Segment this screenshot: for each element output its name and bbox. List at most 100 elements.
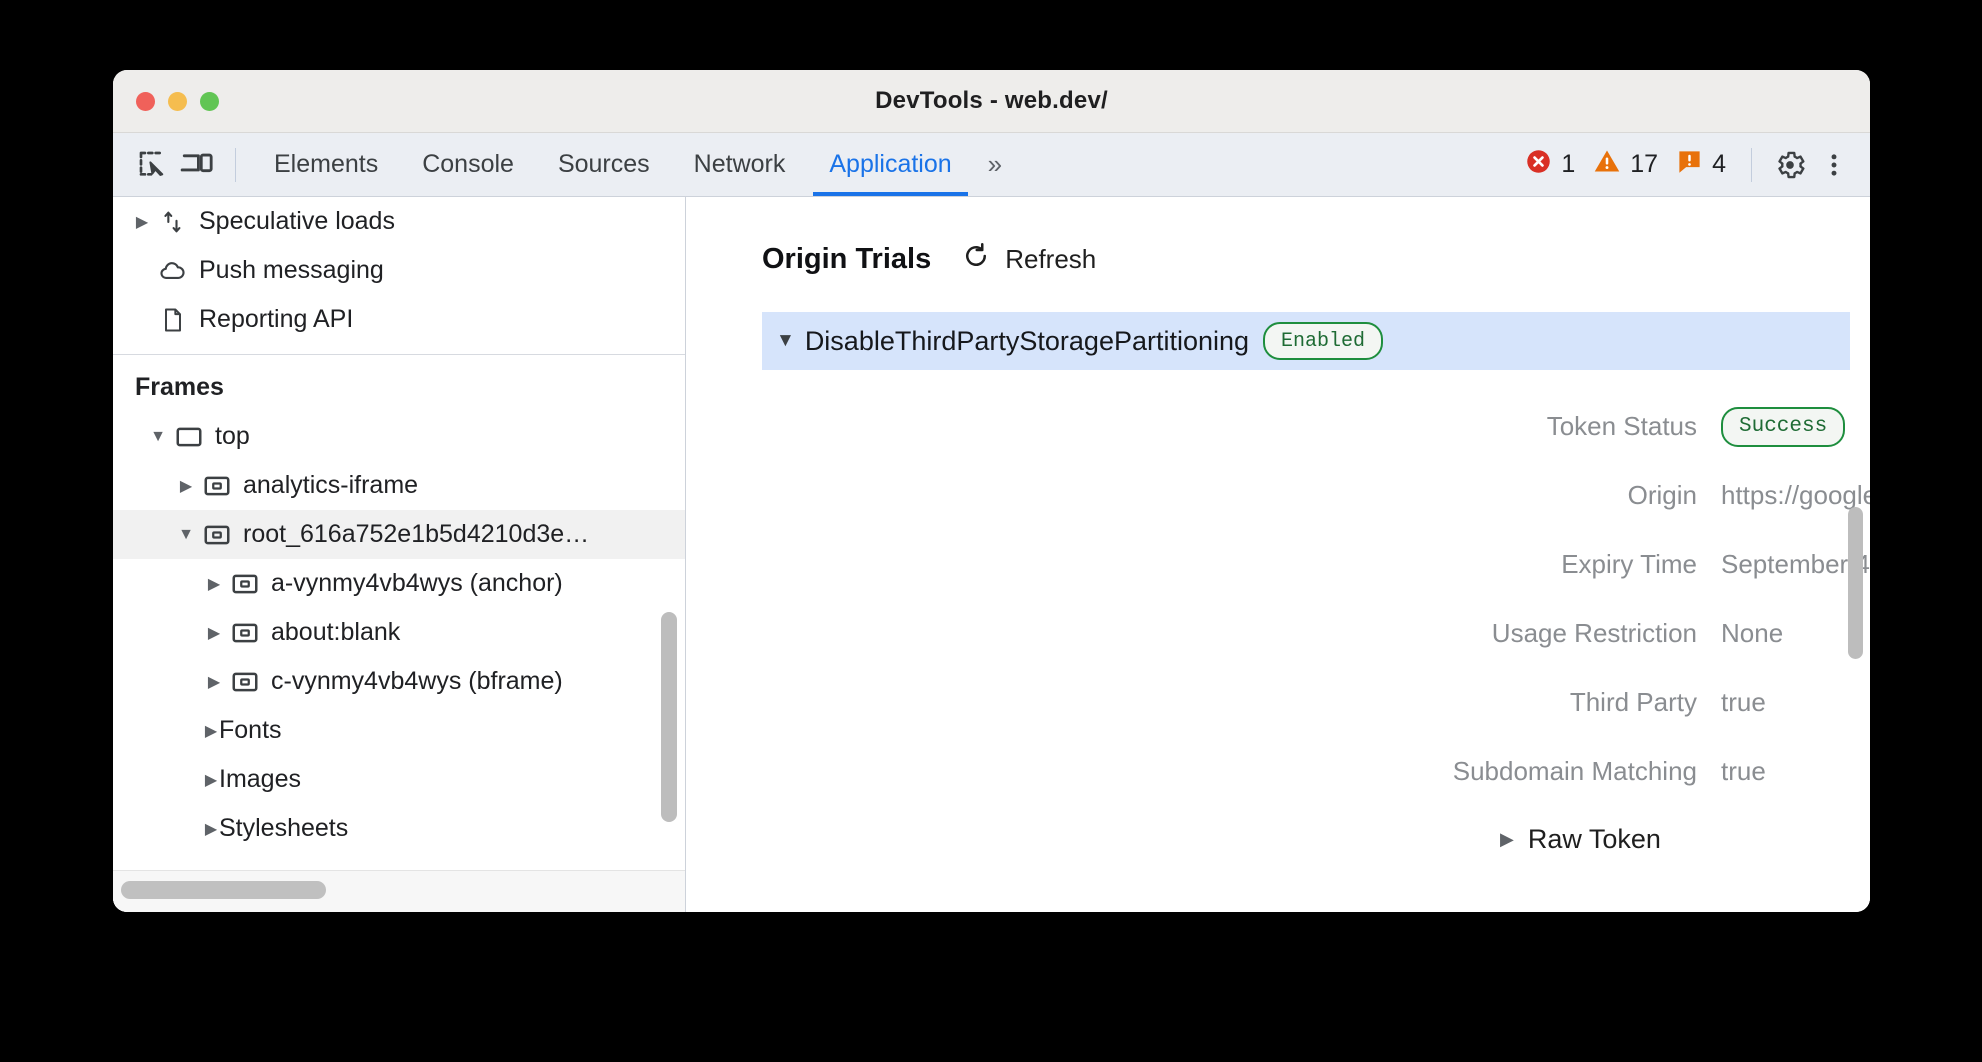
tab-network[interactable]: Network <box>672 133 808 196</box>
collapse-triangle-icon[interactable]: ▼ <box>776 330 795 352</box>
token-status-badge: Success <box>1721 407 1845 447</box>
error-count: 1 <box>1561 152 1575 177</box>
frame-item-about-blank[interactable]: ▶ about:blank <box>113 608 685 657</box>
frame-item-label: Stylesheets <box>219 814 348 843</box>
frame-item-fonts[interactable]: ▶ Fonts <box>113 706 685 755</box>
raw-token-row[interactable]: ▶ Raw Token <box>1500 824 1870 855</box>
field-value: https://google.com <box>1721 480 1870 511</box>
device-toolbar-icon[interactable] <box>175 143 219 187</box>
frame-item-stylesheets[interactable]: ▶ Stylesheets <box>113 804 685 853</box>
page-title: Origin Trials <box>762 243 931 276</box>
panel-vertical-scrollbar[interactable] <box>1848 507 1863 659</box>
expand-triangle-icon[interactable]: ▶ <box>203 721 219 741</box>
frame-item-label: about:blank <box>265 618 400 647</box>
field-label: Third Party <box>686 687 1721 718</box>
toolbar-right-group: 1 17 <box>1516 143 1856 187</box>
frame-item-top[interactable]: ▼ top <box>113 412 685 461</box>
toolbar-divider <box>235 148 236 182</box>
origin-trials-panel: Origin Trials Refresh ▼ DisableThirdP <box>686 197 1870 912</box>
expand-triangle-icon[interactable]: ▶ <box>203 770 219 790</box>
field-third-party: Third Party true <box>686 668 1870 737</box>
speculative-loads-icon <box>153 208 193 236</box>
sidebar-tree: ▶ Speculative loads ▶ <box>113 197 685 871</box>
tab-sources[interactable]: Sources <box>536 133 672 196</box>
frame-item-anchor[interactable]: ▶ a-vynmy4vb4wys (anchor) <box>113 559 685 608</box>
expand-triangle-icon[interactable]: ▶ <box>203 819 219 839</box>
no-triangle-spacer: ▶ <box>131 310 153 330</box>
panel-tabs: Elements Console Sources Network Applica… <box>252 133 1014 196</box>
sidebar-item-speculative-loads[interactable]: ▶ Speculative loads <box>113 197 685 246</box>
panel-header: Origin Trials Refresh <box>686 197 1870 282</box>
expand-triangle-icon[interactable]: ▶ <box>203 672 225 692</box>
sidebar-horizontal-scrollbar-track[interactable] <box>113 870 685 912</box>
sidebar-item-reporting-api[interactable]: ▶ Reporting API <box>113 295 685 344</box>
frame-item-images[interactable]: ▶ Images <box>113 755 685 804</box>
devtools-body: ▶ Speculative loads ▶ <box>113 197 1870 912</box>
field-value: true <box>1721 687 1766 718</box>
frames-section-title: Frames <box>113 355 685 412</box>
screen: DevTools - web.dev/ Elements Console <box>0 0 1982 1062</box>
sidebar-vertical-scrollbar[interactable] <box>661 612 677 822</box>
warning-icon <box>1593 147 1621 182</box>
field-label: Token Status <box>686 411 1721 442</box>
tab-console[interactable]: Console <box>400 133 536 196</box>
close-window-button[interactable] <box>136 92 155 111</box>
frame-item-label: top <box>209 422 250 451</box>
iframe-icon <box>197 471 237 501</box>
frame-item-label: c-vynmy4vb4wys (bframe) <box>265 667 563 696</box>
toolbar-divider-right <box>1751 148 1752 182</box>
iframe-icon <box>225 569 265 599</box>
sidebar-horizontal-scrollbar-thumb[interactable] <box>121 881 326 899</box>
no-triangle-spacer: ▶ <box>131 261 153 281</box>
tab-application[interactable]: Application <box>807 133 973 196</box>
warning-count: 17 <box>1630 152 1658 177</box>
origin-trial-status-badge: Enabled <box>1263 322 1383 360</box>
sidebar-item-label: Reporting API <box>193 305 353 334</box>
field-label: Subdomain Matching <box>686 756 1721 787</box>
more-tabs-chevron-icon[interactable]: » <box>974 149 1014 180</box>
field-value: true <box>1721 756 1766 787</box>
expand-triangle-icon[interactable]: ▶ <box>1500 829 1514 850</box>
application-sidebar: ▶ Speculative loads ▶ <box>113 197 686 912</box>
maximize-window-button[interactable] <box>200 92 219 111</box>
sidebar-item-label: Push messaging <box>193 256 384 285</box>
field-expiry-time: Expiry Time September 4, 2024 at 12:59:5… <box>686 530 1870 599</box>
devtools-window: DevTools - web.dev/ Elements Console <box>113 70 1870 912</box>
frame-item-root[interactable]: ▼ root_616a752e1b5d4210d3e… <box>113 510 685 559</box>
expand-triangle-icon[interactable]: ▶ <box>131 212 153 232</box>
devtools-toolbar: Elements Console Sources Network Applica… <box>113 133 1870 197</box>
error-icon <box>1525 148 1552 182</box>
issues-counter[interactable]: 4 <box>1667 148 1735 182</box>
warning-counter[interactable]: 17 <box>1584 147 1667 182</box>
sidebar-item-push-messaging[interactable]: ▶ Push messaging <box>113 246 685 295</box>
field-label: Expiry Time <box>686 549 1721 580</box>
frame-item-label: Images <box>219 765 301 794</box>
error-counter[interactable]: 1 <box>1516 148 1584 182</box>
window-title: DevTools - web.dev/ <box>113 87 1870 115</box>
frame-item-analytics-iframe[interactable]: ▶ analytics-iframe <box>113 461 685 510</box>
window-titlebar: DevTools - web.dev/ <box>113 70 1870 133</box>
field-value: None <box>1721 618 1783 649</box>
refresh-button[interactable]: Refresh <box>953 237 1104 282</box>
tab-elements[interactable]: Elements <box>252 133 400 196</box>
issue-icon <box>1676 148 1703 182</box>
sidebar-item-label: Speculative loads <box>193 207 395 236</box>
three-dot-menu-icon[interactable] <box>1812 143 1856 187</box>
collapse-triangle-icon[interactable]: ▼ <box>147 428 169 446</box>
expand-triangle-icon[interactable]: ▶ <box>203 574 225 594</box>
minimize-window-button[interactable] <box>168 92 187 111</box>
issue-count: 4 <box>1712 152 1726 177</box>
refresh-label: Refresh <box>1005 244 1096 275</box>
frame-icon <box>169 422 209 452</box>
field-label: Origin <box>686 480 1721 511</box>
origin-trial-row[interactable]: ▼ DisableThirdPartyStoragePartitioning E… <box>762 312 1850 370</box>
frame-item-label: a-vynmy4vb4wys (anchor) <box>265 569 563 598</box>
frame-item-label: root_616a752e1b5d4210d3e… <box>237 520 589 549</box>
expand-triangle-icon[interactable]: ▶ <box>203 623 225 643</box>
expand-triangle-icon[interactable]: ▶ <box>175 476 197 496</box>
inspect-element-icon[interactable] <box>131 143 175 187</box>
gear-icon[interactable] <box>1768 143 1812 187</box>
raw-token-label: Raw Token <box>1528 824 1661 855</box>
frame-item-bframe[interactable]: ▶ c-vynmy4vb4wys (bframe) <box>113 657 685 706</box>
collapse-triangle-icon[interactable]: ▼ <box>175 526 197 544</box>
